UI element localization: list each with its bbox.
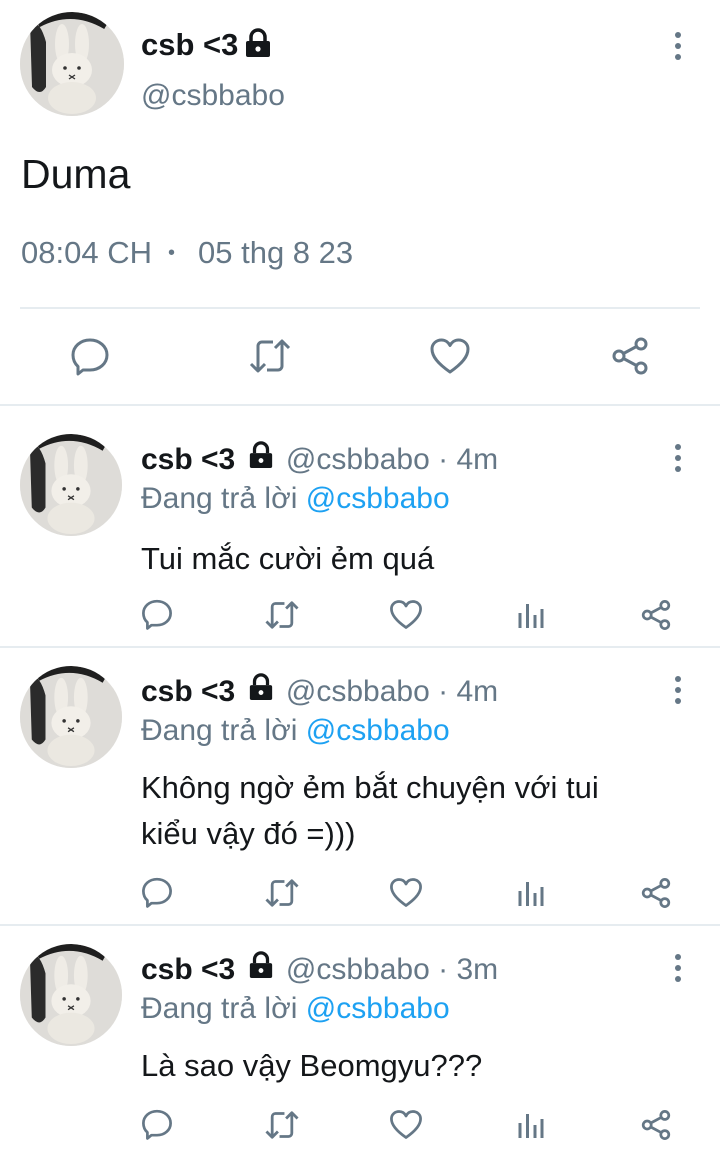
analytics-button[interactable] (517, 601, 545, 629)
avatar[interactable] (20, 944, 122, 1046)
like-button[interactable] (429, 337, 471, 375)
reply-text: Không ngờ ẻm bắt chuyện với tui kiểu vậy… (141, 765, 599, 857)
replying-prefix: Đang trả lời (141, 714, 298, 747)
text-line: Tui mắc cười ẻm quá (141, 541, 435, 576)
retweet-icon (265, 879, 299, 907)
share-button[interactable] (610, 336, 650, 376)
tweet-time: 08:04 CH (21, 235, 152, 270)
divider (0, 646, 720, 648)
handle[interactable]: @csbbabo (286, 675, 430, 708)
replying-prefix: Đang trả lời (141, 482, 298, 515)
more-icon[interactable] (666, 672, 690, 708)
more-icon[interactable] (666, 28, 690, 64)
share-button[interactable] (640, 599, 672, 631)
tweet-date: 05 thg 8 23 (198, 235, 354, 270)
like-icon (390, 600, 422, 629)
like-button[interactable] (389, 599, 423, 630)
reply-header: csb <3 @csbbabo · 4m (141, 441, 498, 479)
share-icon (641, 600, 671, 630)
retweet-icon (265, 601, 299, 629)
avatar[interactable] (20, 434, 122, 536)
retweet-button[interactable] (264, 599, 300, 631)
more-icon[interactable] (666, 440, 690, 476)
tweet-age: · 4m (438, 675, 499, 708)
tweet-age: · 3m (438, 953, 499, 986)
share-button[interactable] (640, 1109, 672, 1141)
retweet-button[interactable] (264, 877, 300, 909)
share-button[interactable] (640, 877, 672, 909)
retweet-button[interactable] (248, 337, 292, 375)
display-name[interactable]: csb <3 (141, 26, 238, 64)
handle[interactable]: @csbbabo (286, 953, 430, 986)
share-icon (612, 337, 648, 375)
text-line: kiểu vậy đó =))) (141, 816, 356, 851)
share-icon (641, 1110, 671, 1140)
text-line: Là sao vậy Beomgyu??? (141, 1048, 483, 1083)
share-icon (641, 878, 671, 908)
reply-button[interactable] (141, 876, 173, 908)
more-icon[interactable] (666, 950, 690, 986)
display-name[interactable]: csb <3 (141, 675, 235, 708)
analytics-icon (518, 1114, 544, 1138)
replying-to: Đang trả lời @csbbabo (141, 712, 450, 750)
reply-button[interactable] (141, 1108, 173, 1140)
lock-icon (246, 28, 270, 57)
retweet-button[interactable] (264, 1109, 300, 1141)
analytics-button[interactable] (517, 1111, 545, 1139)
reply-icon (71, 338, 109, 376)
handle[interactable]: @csbbabo (286, 443, 430, 476)
replying-to: Đang trả lời @csbbabo (141, 480, 450, 518)
reply-header: csb <3 @csbbabo · 3m (141, 951, 498, 989)
lock-icon (249, 951, 272, 978)
text-line: Không ngờ ẻm bắt chuyện với tui (141, 770, 599, 805)
avatar[interactable] (20, 666, 122, 768)
display-name[interactable]: csb <3 (141, 953, 235, 986)
replying-prefix: Đang trả lời (141, 992, 298, 1025)
reply-button[interactable] (70, 336, 110, 376)
like-icon (390, 1110, 422, 1139)
handle[interactable]: @csbbabo (141, 77, 285, 115)
avatar[interactable] (20, 12, 124, 116)
divider (20, 307, 700, 309)
replying-to-link[interactable]: @csbbabo (306, 992, 450, 1025)
analytics-button[interactable] (517, 879, 545, 907)
like-icon (390, 878, 422, 907)
divider (0, 924, 720, 926)
display-name[interactable]: csb <3 (141, 443, 235, 476)
analytics-icon (518, 882, 544, 906)
reply-header: csb <3 @csbbabo · 4m (141, 673, 498, 711)
like-icon (430, 338, 470, 374)
reply-icon (142, 599, 172, 630)
like-button[interactable] (389, 1109, 423, 1140)
meta-separator: • (168, 242, 176, 264)
reply-text: Là sao vậy Beomgyu??? (141, 1043, 482, 1089)
tweet-text: Duma (21, 151, 131, 197)
replying-to-link[interactable]: @csbbabo (306, 482, 450, 515)
tweet-age: · 4m (438, 443, 499, 476)
retweet-icon (265, 1111, 299, 1139)
reply-button[interactable] (141, 598, 173, 630)
retweet-icon (249, 339, 291, 373)
lock-icon (249, 673, 272, 700)
reply-icon (142, 1109, 172, 1140)
reply-icon (142, 877, 172, 908)
replying-to-link[interactable]: @csbbabo (306, 714, 450, 747)
divider (0, 404, 720, 406)
analytics-icon (518, 604, 544, 628)
like-button[interactable] (389, 877, 423, 908)
lock-icon (249, 441, 272, 468)
replying-to: Đang trả lời @csbbabo (141, 990, 450, 1028)
reply-text: Tui mắc cười ẻm quá (141, 536, 434, 582)
